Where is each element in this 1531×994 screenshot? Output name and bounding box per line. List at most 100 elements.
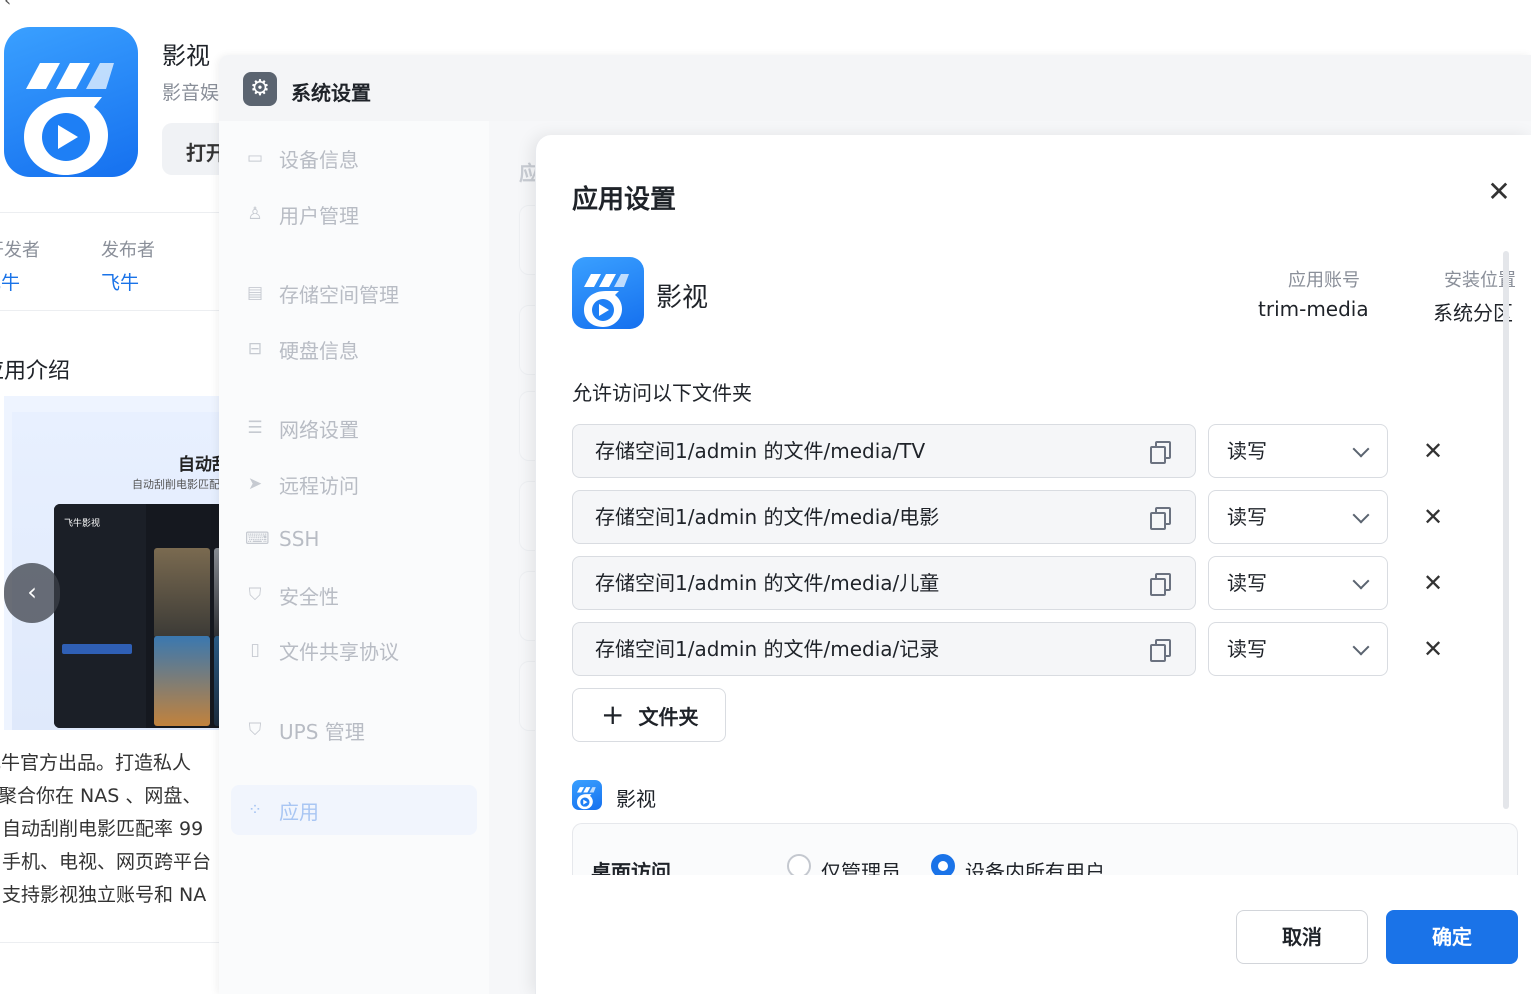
permission-select[interactable]: 读写 bbox=[1208, 490, 1388, 544]
sidebar-item-disk[interactable]: ⊟ 硬盘信息 bbox=[231, 324, 477, 374]
description-line: 支持影视独立账号和 NA bbox=[2, 884, 207, 906]
permission-value: 读写 bbox=[1227, 637, 1267, 661]
sidebar-item-remote[interactable]: ➤ 远程访问 bbox=[231, 459, 477, 509]
sidebar-item-ups[interactable]: ⛉ UPS 管理 bbox=[231, 705, 477, 755]
close-icon[interactable]: ✕ bbox=[1484, 177, 1514, 207]
folder-row: 存储空间1/admin 的文件/media/儿童 读写 ✕ bbox=[572, 556, 1452, 610]
folder-row: 存储空间1/admin 的文件/media/电影 读写 ✕ bbox=[572, 490, 1452, 544]
gear-icon: ⚙ bbox=[243, 72, 277, 106]
sidebar-item-label: 远程访问 bbox=[279, 473, 359, 498]
code-icon: ⌨ bbox=[245, 529, 270, 549]
folders-section-label: 允许访问以下文件夹 bbox=[572, 381, 752, 405]
folder-path-field[interactable]: 存储空间1/admin 的文件/media/TV bbox=[572, 424, 1196, 478]
sidebar-item-label: 网络设置 bbox=[279, 417, 359, 442]
carousel-prev-button[interactable]: ‹ bbox=[4, 563, 60, 623]
store-app-subtitle: 影音娱 bbox=[162, 82, 220, 104]
network-icon: ☰ bbox=[247, 418, 263, 438]
chevron-down-icon bbox=[1352, 638, 1370, 656]
publisher-link[interactable]: 飞牛 bbox=[101, 268, 139, 295]
folder-row: 存储空间1/admin 的文件/media/TV 读写 ✕ bbox=[572, 424, 1452, 478]
sidebar-item-file-sharing[interactable]: ▯ 文件共享协议 bbox=[231, 625, 477, 675]
device-icon: ▭ bbox=[246, 148, 264, 168]
chevron-down-icon bbox=[1352, 440, 1370, 458]
back-arrow-icon[interactable]: ‹ bbox=[4, 0, 11, 11]
sidebar-item-label: 设备信息 bbox=[279, 147, 359, 172]
remove-folder-icon[interactable]: ✕ bbox=[1420, 634, 1446, 664]
location-value: 系统分区 bbox=[1433, 301, 1513, 325]
scrollbar[interactable] bbox=[1503, 251, 1509, 809]
dialog-app-name: 影视 bbox=[656, 283, 709, 313]
add-folder-label: 文件夹 bbox=[638, 704, 699, 729]
remove-folder-icon[interactable]: ✕ bbox=[1420, 568, 1446, 598]
app-logo-icon bbox=[4, 27, 138, 177]
window-title: 系统设置 bbox=[291, 81, 371, 105]
settings-sidebar: ▭ 设备信息 ♙ 用户管理 ▤ 存储空间管理 ⊟ 硬盘信息 ☰ 网络设置 ➤ 远… bbox=[219, 121, 489, 994]
description-line: 飞牛官方出品。打造私人 bbox=[0, 752, 192, 774]
account-label: 应用账号 bbox=[1288, 270, 1360, 291]
permission-select[interactable]: 读写 bbox=[1208, 556, 1388, 610]
sidebar-item-apps[interactable]: ⁘ 应用 bbox=[231, 785, 477, 835]
sidebar-item-label: 应用 bbox=[279, 799, 319, 824]
confirm-button[interactable]: 确定 bbox=[1386, 910, 1518, 964]
poster-image bbox=[154, 636, 210, 726]
store-app-name: 影视 bbox=[162, 42, 210, 70]
copy-icon[interactable] bbox=[1150, 639, 1171, 662]
sidebar-item-network[interactable]: ☰ 网络设置 bbox=[231, 403, 477, 453]
plus-icon: + bbox=[601, 698, 625, 731]
app-logo-icon bbox=[572, 780, 602, 810]
file-icon: ▯ bbox=[250, 640, 260, 660]
sidebar-item-label: 硬盘信息 bbox=[279, 338, 359, 363]
radio-label: 设备内所有用户 bbox=[965, 860, 1105, 875]
slide-subtitle: 自动刮削电影匹配 bbox=[132, 478, 220, 491]
developer-link[interactable]: 飞牛 bbox=[0, 268, 20, 295]
description-line: 手机、电视、网页跨平台 bbox=[2, 851, 212, 873]
copy-icon[interactable] bbox=[1150, 573, 1171, 596]
permission-select[interactable]: 读写 bbox=[1208, 622, 1388, 676]
radio-admin-only[interactable] bbox=[787, 854, 811, 875]
remote-icon: ➤ bbox=[247, 474, 263, 494]
folder-path-field[interactable]: 存储空间1/admin 的文件/media/记录 bbox=[572, 622, 1196, 676]
user-icon: ♙ bbox=[247, 204, 263, 224]
sidebar-item-label: 用户管理 bbox=[279, 203, 359, 228]
sidebar-item-storage[interactable]: ▤ 存储空间管理 bbox=[231, 268, 477, 318]
remove-folder-icon[interactable]: ✕ bbox=[1420, 436, 1446, 466]
copy-icon[interactable] bbox=[1150, 441, 1171, 464]
sidebar-item-label: UPS 管理 bbox=[279, 719, 365, 744]
folder-row: 存储空间1/admin 的文件/media/记录 读写 ✕ bbox=[572, 622, 1452, 676]
permission-select[interactable]: 读写 bbox=[1208, 424, 1388, 478]
remove-folder-icon[interactable]: ✕ bbox=[1420, 502, 1446, 532]
folder-path-field[interactable]: 存储空间1/admin 的文件/media/电影 bbox=[572, 490, 1196, 544]
sidebar-item-label: 存储空间管理 bbox=[279, 282, 399, 307]
publisher-label: 发布者 bbox=[101, 240, 155, 261]
shield-icon: ⛉ bbox=[248, 585, 262, 605]
app-settings-dialog: 应用设置 ✕ 影视 应用账号 trim-media 安装位置 系统分区 允许访问… bbox=[535, 135, 1531, 994]
copy-icon[interactable] bbox=[1150, 507, 1171, 530]
app-logo-icon bbox=[572, 257, 644, 329]
account-value: trim-media bbox=[1258, 297, 1369, 321]
permission-value: 读写 bbox=[1227, 571, 1267, 595]
permission-value: 读写 bbox=[1227, 505, 1267, 529]
desktop-access-label: 桌面访问 bbox=[591, 860, 671, 875]
sidebar-item-label: 安全性 bbox=[279, 584, 339, 609]
screenshot-sidebar: 飞牛影视 bbox=[54, 504, 146, 728]
storage-icon: ▤ bbox=[246, 283, 264, 303]
sidebar-item-ssh[interactable]: ⌨ SSH bbox=[231, 514, 477, 564]
window-titlebar[interactable]: ⚙ 系统设置 bbox=[219, 55, 1531, 121]
permission-value: 读写 bbox=[1227, 439, 1267, 463]
radio-all-users[interactable] bbox=[931, 854, 955, 875]
folder-path-field[interactable]: 存储空间1/admin 的文件/media/儿童 bbox=[572, 556, 1196, 610]
screenshot-carousel[interactable]: 自动刮 自动刮削电影匹配 飞牛影视 bbox=[4, 396, 244, 730]
chevron-down-icon bbox=[1352, 506, 1370, 524]
intro-heading: 应用介绍 bbox=[0, 359, 71, 384]
sidebar-item-users[interactable]: ♙ 用户管理 bbox=[231, 189, 477, 239]
cancel-button[interactable]: 取消 bbox=[1236, 910, 1368, 964]
apps-icon: ⁘ bbox=[247, 800, 263, 820]
sidebar-item-device-info[interactable]: ▭ 设备信息 bbox=[231, 133, 477, 183]
add-folder-button[interactable]: + 文件夹 bbox=[572, 688, 726, 742]
description-line: 聚合你在 NAS 、网盘、 bbox=[0, 785, 202, 807]
sidebar-item-label: 文件共享协议 bbox=[279, 639, 399, 664]
sub-app-name: 影视 bbox=[616, 787, 656, 811]
screenshot-brand: 飞牛影视 bbox=[64, 519, 101, 529]
developer-label: 开发者 bbox=[0, 240, 40, 261]
sidebar-item-security[interactable]: ⛉ 安全性 bbox=[231, 570, 477, 620]
